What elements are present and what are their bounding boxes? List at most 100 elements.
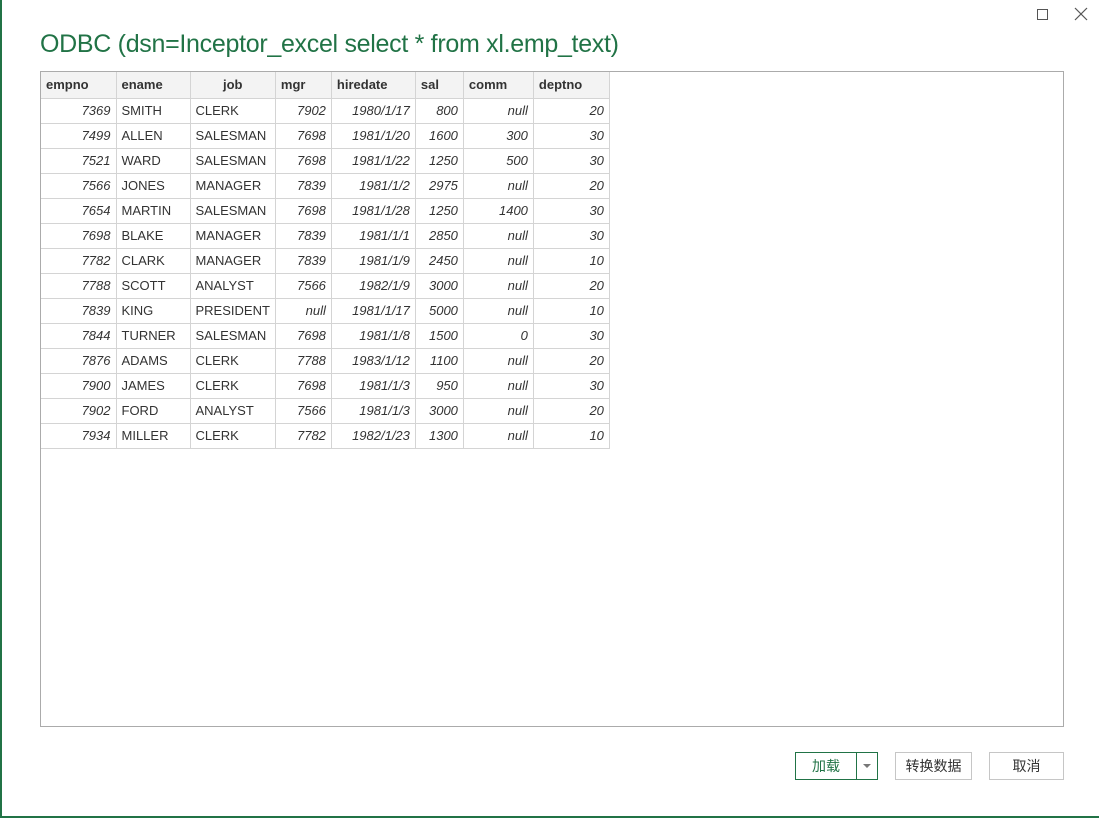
- odbc-preview-dialog: ODBC (dsn=Inceptor_excel select * from x…: [0, 0, 1099, 818]
- cell-ename: CLARK: [115, 247, 191, 274]
- cell-hiredate: 1981/1/8: [330, 322, 416, 349]
- cell-job: SALESMAN: [189, 197, 276, 224]
- cell-mgr: 7902: [274, 97, 332, 124]
- table-row: 7934 MILLER CLERK 7782 1982/1/23 1300 null 10: [41, 422, 610, 449]
- cell-mgr: 7698: [274, 197, 332, 224]
- cell-empno: 7788: [41, 272, 117, 299]
- cell-deptno: 30: [532, 147, 610, 174]
- column-header-job[interactable]: job: [189, 72, 276, 99]
- cell-job: CLERK: [189, 97, 276, 124]
- table-row: 7788 SCOTT ANALYST 7566 1982/1/9 3000 null 20: [41, 272, 610, 299]
- table-row: 7844 TURNER SALESMAN 7698 1981/1/8 1500 0 30: [41, 322, 610, 349]
- cell-comm: 0: [462, 322, 534, 349]
- cell-empno: 7876: [41, 347, 117, 374]
- close-button[interactable]: [1064, 2, 1098, 26]
- cell-ename: WARD: [115, 147, 191, 174]
- column-header-ename[interactable]: ename: [115, 72, 191, 99]
- cell-sal: 3000: [414, 272, 464, 299]
- cell-job: CLERK: [189, 422, 276, 449]
- column-header-deptno[interactable]: deptno: [532, 72, 610, 99]
- cell-comm: null: [462, 272, 534, 299]
- load-button[interactable]: 加载: [796, 753, 857, 779]
- cell-job: CLERK: [189, 372, 276, 399]
- chevron-down-icon: [863, 764, 871, 768]
- cell-job: ANALYST: [189, 397, 276, 424]
- column-header-empno[interactable]: empno: [41, 72, 117, 99]
- table-row: 7499 ALLEN SALESMAN 7698 1981/1/20 1600 300 30: [41, 122, 610, 149]
- cell-hiredate: 1981/1/9: [330, 247, 416, 274]
- cell-job: MANAGER: [189, 222, 276, 249]
- table-row: 7876 ADAMS CLERK 7788 1983/1/12 1100 null 20: [41, 347, 610, 374]
- cell-empno: 7782: [41, 247, 117, 274]
- cell-deptno: 20: [532, 272, 610, 299]
- cell-deptno: 30: [532, 122, 610, 149]
- table-row: 7521 WARD SALESMAN 7698 1981/1/22 1250 500 30: [41, 147, 610, 174]
- cell-mgr: 7698: [274, 147, 332, 174]
- maximize-button[interactable]: [1025, 2, 1059, 26]
- cell-empno: 7369: [41, 97, 117, 124]
- cell-ename: ADAMS: [115, 347, 191, 374]
- cell-hiredate: 1981/1/17: [330, 297, 416, 324]
- cell-job: CLERK: [189, 347, 276, 374]
- cell-deptno: 20: [532, 172, 610, 199]
- cell-sal: 2975: [414, 172, 464, 199]
- cell-empno: 7654: [41, 197, 117, 224]
- transform-data-button[interactable]: 转换数据: [895, 752, 972, 780]
- cell-ename: TURNER: [115, 322, 191, 349]
- cell-empno: 7934: [41, 422, 117, 449]
- cell-job: MANAGER: [189, 172, 276, 199]
- cell-sal: 1600: [414, 122, 464, 149]
- cell-job: MANAGER: [189, 247, 276, 274]
- cell-empno: 7900: [41, 372, 117, 399]
- cell-comm: null: [462, 422, 534, 449]
- cell-sal: 1250: [414, 147, 464, 174]
- cell-ename: MARTIN: [115, 197, 191, 224]
- cell-empno: 7521: [41, 147, 117, 174]
- cell-empno: 7844: [41, 322, 117, 349]
- cell-hiredate: 1981/1/3: [330, 397, 416, 424]
- cell-empno: 7902: [41, 397, 117, 424]
- cell-ename: FORD: [115, 397, 191, 424]
- table-row: 7902 FORD ANALYST 7566 1981/1/3 3000 null 20: [41, 397, 610, 424]
- cell-ename: SCOTT: [115, 272, 191, 299]
- cancel-button[interactable]: 取消: [989, 752, 1064, 780]
- cell-sal: 1250: [414, 197, 464, 224]
- cell-sal: 1500: [414, 322, 464, 349]
- cell-comm: 1400: [462, 197, 534, 224]
- cell-job: SALESMAN: [189, 147, 276, 174]
- column-header-mgr[interactable]: mgr: [274, 72, 332, 99]
- load-dropdown-button[interactable]: [857, 753, 877, 779]
- column-header-comm[interactable]: comm: [462, 72, 534, 99]
- cell-comm: null: [462, 397, 534, 424]
- cell-ename: SMITH: [115, 97, 191, 124]
- cell-mgr: 7698: [274, 322, 332, 349]
- cell-ename: ALLEN: [115, 122, 191, 149]
- cell-deptno: 30: [532, 222, 610, 249]
- cell-sal: 2850: [414, 222, 464, 249]
- cell-empno: 7698: [41, 222, 117, 249]
- cell-empno: 7839: [41, 297, 117, 324]
- table-row: 7839 KING PRESIDENT null 1981/1/17 5000 null 10: [41, 297, 610, 324]
- cell-comm: null: [462, 222, 534, 249]
- table-row: 7369 SMITH CLERK 7902 1980/1/17 800 null 20: [41, 97, 610, 124]
- cell-comm: null: [462, 247, 534, 274]
- table-row: 7698 BLAKE MANAGER 7839 1981/1/1 2850 null 30: [41, 222, 610, 249]
- dialog-title: ODBC (dsn=Inceptor_excel select * from x…: [40, 30, 619, 58]
- cell-mgr: 7698: [274, 372, 332, 399]
- data-preview-grid[interactable]: empno ename job mgr hiredate sal comm deptno 73…: [40, 71, 1064, 727]
- cell-hiredate: 1981/1/20: [330, 122, 416, 149]
- cell-mgr: 7839: [274, 172, 332, 199]
- cell-mgr: 7782: [274, 422, 332, 449]
- cell-deptno: 30: [532, 322, 610, 349]
- maximize-icon: [1036, 8, 1048, 20]
- cell-empno: 7566: [41, 172, 117, 199]
- column-header-sal[interactable]: sal: [414, 72, 464, 99]
- cell-job: ANALYST: [189, 272, 276, 299]
- cell-deptno: 30: [532, 197, 610, 224]
- cell-mgr: null: [274, 297, 332, 324]
- column-header-hiredate[interactable]: hiredate: [330, 72, 416, 99]
- cell-deptno: 10: [532, 422, 610, 449]
- cell-deptno: 10: [532, 247, 610, 274]
- table-row: 7782 CLARK MANAGER 7839 1981/1/9 2450 null 10: [41, 247, 610, 274]
- cell-deptno: 10: [532, 297, 610, 324]
